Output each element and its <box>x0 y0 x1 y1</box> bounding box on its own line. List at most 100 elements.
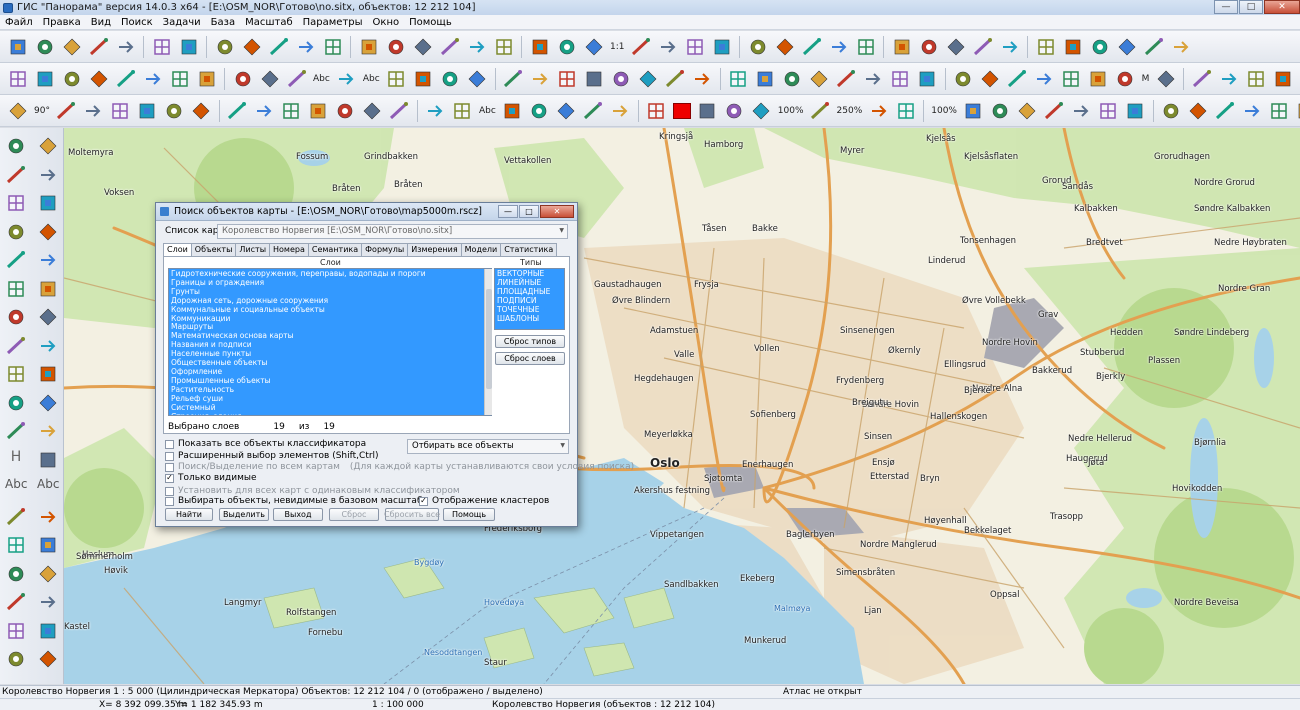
dialog-minimize-button[interactable]: — <box>498 205 518 218</box>
draw-tool-22-icon[interactable] <box>645 100 667 122</box>
edit-tool-5-icon[interactable] <box>115 68 137 90</box>
edit-tool-37-icon[interactable] <box>1060 68 1082 90</box>
edit-tool-32-icon[interactable] <box>916 68 938 90</box>
cursor-icon[interactable] <box>747 36 769 58</box>
network-icon[interactable] <box>115 36 137 58</box>
left-tool-24-icon[interactable] <box>37 449 59 471</box>
list-icon[interactable] <box>322 36 344 58</box>
minimize-button[interactable]: — <box>1214 0 1238 14</box>
draw-tool-24-icon[interactable] <box>723 100 745 122</box>
draw-tool-1-icon[interactable] <box>7 100 29 122</box>
left-tool-37-icon[interactable] <box>5 648 27 670</box>
cluster-display-row[interactable]: ✓ Отображение кластеров <box>419 496 549 506</box>
zoom-100-alt-button[interactable]: 100% <box>931 106 957 116</box>
draw-tool-19-icon[interactable] <box>555 100 577 122</box>
edit-tool-35-icon[interactable] <box>1006 68 1028 90</box>
left-tool-32-icon[interactable] <box>37 563 59 585</box>
map-list-select[interactable]: Королевство Норвегия [E:\OSM_NOR\Готово\… <box>217 224 568 239</box>
menu-file[interactable]: Файл <box>0 17 38 28</box>
menu-parameters[interactable]: Параметры <box>298 17 368 28</box>
menu-edit[interactable]: Правка <box>38 17 86 28</box>
print-preview-icon[interactable] <box>972 36 994 58</box>
draw-tool-38-icon[interactable] <box>1214 100 1236 122</box>
edit-link-icon[interactable] <box>1089 36 1111 58</box>
layers-icon[interactable] <box>151 36 173 58</box>
edit-tool-2-icon[interactable] <box>34 68 56 90</box>
menu-view[interactable]: Вид <box>86 17 116 28</box>
draw-tool-11-icon[interactable] <box>307 100 329 122</box>
layer-list-item[interactable]: Рельеф суши <box>171 394 489 404</box>
edit-tool-8-icon[interactable] <box>196 68 218 90</box>
left-tool-38-icon[interactable] <box>37 648 59 670</box>
edit-tool-16-icon[interactable] <box>466 68 488 90</box>
draw-tool-8-icon[interactable] <box>226 100 248 122</box>
set-for-all-maps-checkbox[interactable] <box>165 486 174 496</box>
left-tool-2-icon[interactable] <box>37 135 59 157</box>
reset-layers-button[interactable]: Сброс слоев <box>495 352 565 365</box>
left-tool-22-icon[interactable] <box>37 420 59 442</box>
left-tool-27-icon[interactable] <box>5 506 27 528</box>
edit-tool-11-icon[interactable] <box>286 68 308 90</box>
left-tool-7-icon[interactable] <box>5 221 27 243</box>
draw-tool-37-icon[interactable] <box>1187 100 1209 122</box>
left-tool-36-icon[interactable] <box>37 620 59 642</box>
draw-tool-40-icon[interactable] <box>1268 100 1290 122</box>
draw-tool-23-icon[interactable] <box>696 100 718 122</box>
edit-tool-1-icon[interactable] <box>7 68 29 90</box>
tab-numbers[interactable]: Номера <box>269 243 309 256</box>
left-tool-28-icon[interactable] <box>37 506 59 528</box>
lightning-icon[interactable] <box>529 36 551 58</box>
left-tool-8-icon[interactable] <box>37 221 59 243</box>
zoom-out-icon[interactable] <box>556 36 578 58</box>
back-icon[interactable] <box>711 36 733 58</box>
edit-tool-21-icon[interactable] <box>610 68 632 90</box>
m-tool-button[interactable]: M <box>1142 74 1150 84</box>
search-all-maps-row[interactable]: Поиск/Выделение по всем картам (Для кажд… <box>165 462 634 472</box>
menu-database[interactable]: База <box>206 17 240 28</box>
menu-window[interactable]: Окно <box>368 17 405 28</box>
refresh-icon[interactable] <box>774 36 796 58</box>
draw-tool-39-icon[interactable] <box>1241 100 1263 122</box>
edit-tool-43-icon[interactable] <box>1245 68 1267 90</box>
reset-types-button[interactable]: Сброс типов <box>495 335 565 348</box>
tag-select-icon[interactable] <box>439 36 461 58</box>
menu-help[interactable]: Помощь <box>404 17 457 28</box>
tab-objects[interactable]: Объекты <box>190 243 237 256</box>
menu-tasks[interactable]: Задачи <box>158 17 206 28</box>
edit-tool-40-icon[interactable] <box>1155 68 1177 90</box>
reset-all-button[interactable]: Сбросить все <box>384 508 440 521</box>
edit-tool-38-icon[interactable] <box>1087 68 1109 90</box>
left-tool-13-icon[interactable] <box>5 306 27 328</box>
fit-icon[interactable] <box>630 36 652 58</box>
maximize-button[interactable]: □ <box>1239 0 1263 14</box>
edit-tool-25-icon[interactable] <box>727 68 749 90</box>
draw-tool-2-icon[interactable] <box>55 100 77 122</box>
select-button[interactable]: Выделить <box>219 508 269 521</box>
edit-tool-36-icon[interactable] <box>1033 68 1055 90</box>
draw-tool-13-icon[interactable] <box>361 100 383 122</box>
abc-label-button[interactable]: Abc <box>479 106 496 116</box>
binoculars-next-icon[interactable] <box>268 36 290 58</box>
scale-one-to-one-button[interactable]: 1:1 <box>610 42 624 52</box>
frame-icon[interactable] <box>657 36 679 58</box>
layer-list-item[interactable]: Границы и ограждения <box>171 278 489 288</box>
tab-statistics[interactable]: Статистика <box>500 243 558 256</box>
layers-scrollbar[interactable] <box>484 269 492 415</box>
edit-tool-24-icon[interactable] <box>691 68 713 90</box>
left-tool-34-icon[interactable] <box>37 591 59 613</box>
draw-tool-36-icon[interactable] <box>1160 100 1182 122</box>
dialog-maximize-button[interactable]: □ <box>519 205 539 218</box>
left-tool-31-icon[interactable] <box>5 563 27 585</box>
edit-tool-31-icon[interactable] <box>889 68 911 90</box>
window-edit-icon[interactable] <box>828 36 850 58</box>
draw-tool-4-icon[interactable] <box>109 100 131 122</box>
type-list-item[interactable]: ШАБЛОНЫ <box>497 314 562 324</box>
filter-select[interactable]: Отбирать все объекты <box>407 439 569 454</box>
left-tool-9-icon[interactable] <box>5 249 27 271</box>
edit-tool-41-icon[interactable] <box>1191 68 1213 90</box>
find-button[interactable]: Найти <box>165 508 213 521</box>
draw-tool-30-icon[interactable] <box>989 100 1011 122</box>
edit-move-icon[interactable] <box>1062 36 1084 58</box>
draw-tool-31-icon[interactable] <box>1016 100 1038 122</box>
draw-tool-33-icon[interactable] <box>1070 100 1092 122</box>
